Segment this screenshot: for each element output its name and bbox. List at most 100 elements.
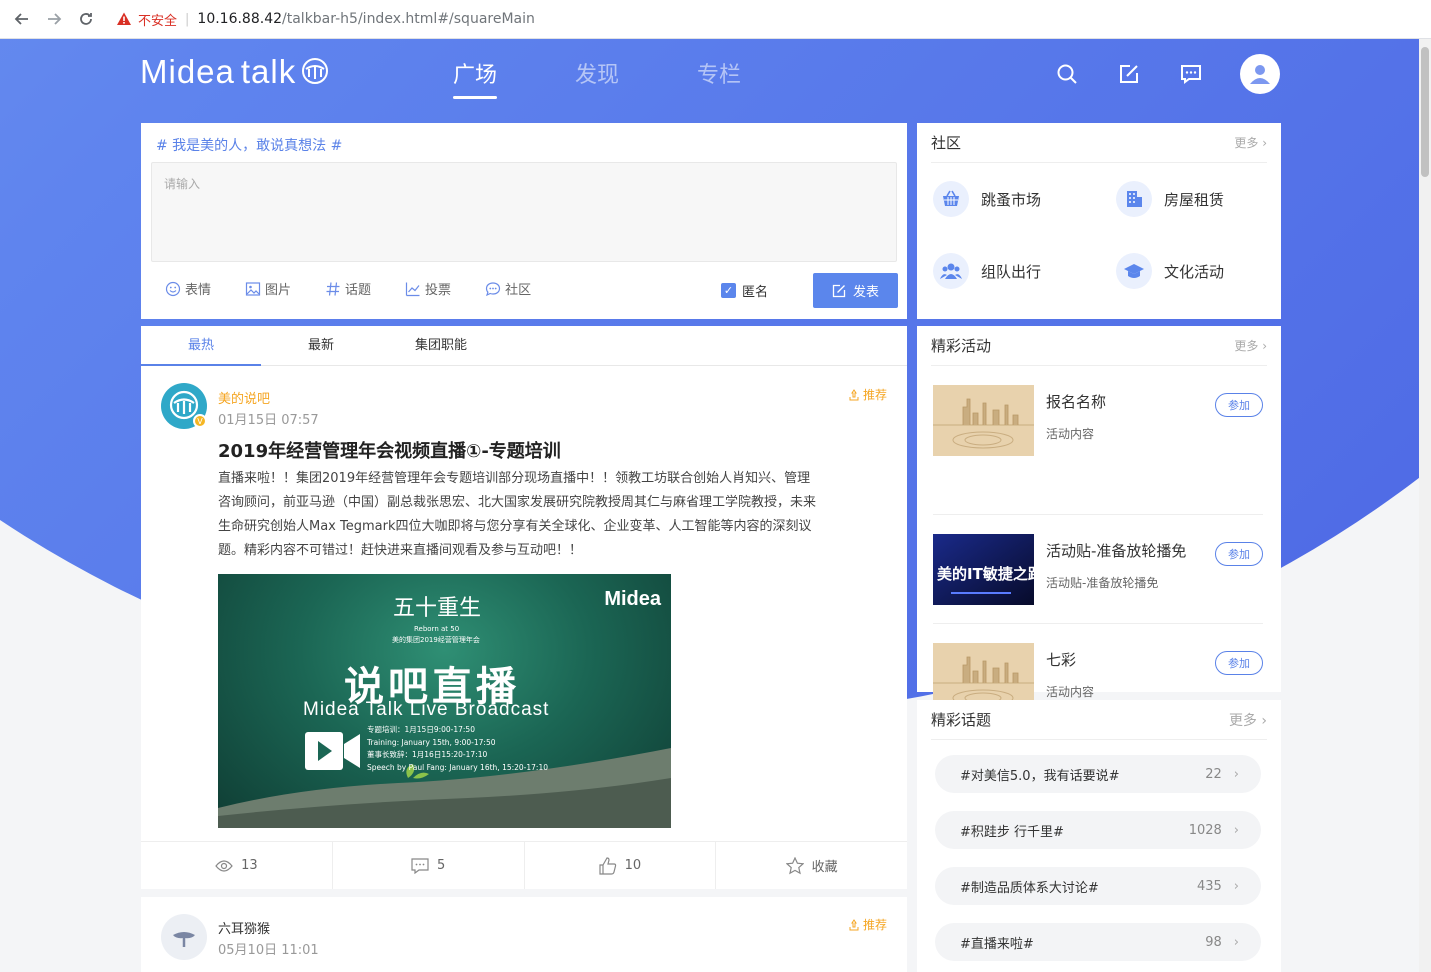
activities-more-link[interactable]: 更多 ›: [1234, 337, 1267, 354]
topic-tool-label: 话题: [345, 283, 372, 298]
publish-button[interactable]: 发表: [813, 273, 898, 308]
schedule-line: 董事长致辞：1月16日15:20-17:10: [367, 750, 488, 759]
join-button[interactable]: 参加: [1215, 651, 1263, 675]
like-button[interactable]: 10: [525, 842, 717, 889]
reload-button[interactable]: [70, 3, 102, 35]
topic-item[interactable]: #对美信5.0，我有话要说# 22 ›: [935, 755, 1261, 793]
thumbs-up-icon: [598, 856, 616, 875]
activity-item[interactable]: 报名名称 活动内容 参加: [933, 385, 1263, 485]
topic-count-value: 435: [1196, 878, 1222, 894]
activity-title: 报名名称: [1046, 393, 1107, 411]
logo[interactable]: Midea talk: [140, 53, 330, 91]
image-title-cn: 五十重生: [393, 596, 482, 621]
community-tool-label: 社区: [505, 283, 532, 298]
topic-item[interactable]: #制造品质体系大讨论# 435 ›: [935, 867, 1261, 905]
chevron-right-icon: ›: [1233, 934, 1239, 950]
recommend-badge: 推荐: [848, 916, 887, 933]
scrollbar[interactable]: [1419, 39, 1431, 972]
vote-tool[interactable]: 投票: [405, 279, 451, 298]
arrow-right-icon: [48, 13, 62, 25]
topic-count: 1028 ›: [1189, 823, 1239, 838]
topic-item[interactable]: #直播来啦# 98 ›: [935, 923, 1261, 961]
write-button[interactable]: [1116, 61, 1142, 87]
recommend-icon: [849, 918, 859, 930]
back-button[interactable]: [6, 3, 38, 35]
topic-label: #直播来啦#: [960, 936, 1034, 952]
post-author-name[interactable]: 美的说吧: [218, 388, 270, 407]
topic-tool[interactable]: 话题: [325, 279, 371, 298]
anonymous-checkbox[interactable]: ✓: [721, 283, 736, 298]
activities-header: 精彩活动 更多 ›: [931, 326, 1267, 366]
topic-item[interactable]: #积跬步 行千里# 1028 ›: [935, 811, 1261, 849]
url-path: /talkbar-h5/index.html#/squareMain: [282, 11, 535, 27]
more-label: 更多: [1234, 339, 1259, 353]
building-icon: [1116, 181, 1152, 217]
post-input[interactable]: 请输入: [151, 162, 897, 262]
activity-desc: 活动内容: [1046, 427, 1095, 441]
schedule-line: Training: January 15th, 9:00-17:50: [367, 737, 496, 747]
community-item-group-travel[interactable]: 组队出行: [933, 253, 1041, 289]
tab-discover[interactable]: 发现: [575, 57, 619, 99]
publish-label: 发表: [852, 285, 879, 300]
composer-hashtag[interactable]: # 我是美的人，敢说真想法 #: [156, 135, 342, 155]
join-button[interactable]: 参加: [1215, 393, 1263, 417]
activities-card: 精彩活动 更多 › 报名名称 活动内容 参加 美的IT敏捷之路 活动贴-准备放轮…: [917, 326, 1281, 714]
community-item-label: 房屋租赁: [1164, 190, 1225, 209]
chevron-right-icon: ›: [1233, 878, 1239, 894]
image-tool[interactable]: 图片: [245, 279, 291, 298]
feed-post: 六耳猕猴 05月10日 11:01 推荐: [141, 897, 907, 972]
comments-value: 5: [436, 858, 446, 873]
forward-button[interactable]: [38, 3, 70, 35]
anonymous-toggle[interactable]: ✓ 匿名: [721, 281, 768, 300]
topic-label: #制造品质体系大讨论#: [960, 880, 1099, 896]
tab-hottest[interactable]: 最热: [141, 326, 261, 366]
image-tool-label: 图片: [265, 283, 292, 298]
tab-group-functions[interactable]: 集团职能: [381, 326, 501, 365]
warning-icon: [117, 12, 131, 25]
chevron-right-icon: ›: [1233, 822, 1239, 838]
join-button[interactable]: 参加: [1215, 542, 1263, 566]
post-image[interactable]: 五十重生 Reborn at 50 美的集团2019经营管理年会 Midea 说…: [218, 574, 671, 828]
community-item-label: 文化活动: [1164, 262, 1225, 281]
search-button[interactable]: [1054, 61, 1080, 87]
message-icon: [1181, 65, 1201, 84]
user-avatar[interactable]: [1240, 54, 1280, 94]
community-more-link[interactable]: 更多 ›: [1234, 134, 1267, 151]
favorite-button[interactable]: 收藏: [716, 842, 907, 889]
chevron-right-icon: ›: [1233, 766, 1239, 782]
topics-more-link[interactable]: 更多 ›: [1229, 710, 1267, 730]
divider: [933, 514, 1263, 515]
recommend-label: 推荐: [862, 918, 887, 932]
activity-thumbnail: [933, 385, 1034, 456]
messages-button[interactable]: [1178, 61, 1204, 87]
feed-card: 最热 最新 集团职能 V 美的说吧 01月15日 07:57 推荐 2019年经…: [141, 326, 907, 889]
activity-item[interactable]: 美的IT敏捷之路 活动贴-准备放轮播免 活动贴-准备放轮播免 参加: [933, 534, 1263, 634]
likes-value: 10: [624, 858, 642, 873]
comment-icon: [411, 857, 429, 874]
community-item-house-rental[interactable]: 房屋租赁: [1116, 181, 1224, 217]
tab-column[interactable]: 专栏: [697, 57, 741, 99]
basket-icon: [933, 181, 969, 217]
community-item-label: 组队出行: [981, 262, 1042, 281]
emoji-tool[interactable]: 表情: [165, 279, 211, 298]
community-item-cultural-activities[interactable]: 文化活动: [1116, 253, 1224, 289]
tab-latest[interactable]: 最新: [261, 326, 381, 365]
post-title[interactable]: 2019年经营管理年会视频直播①-专题培训: [218, 437, 561, 463]
community-tool[interactable]: 社区: [485, 279, 531, 298]
address-bar[interactable]: 不安全 | 10.16.88.42/talkbar-h5/index.html#…: [116, 4, 535, 34]
logo-main: Midea: [140, 53, 235, 90]
more-label: 更多: [1234, 136, 1259, 150]
topic-count-value: 1028: [1188, 822, 1222, 838]
scrollbar-thumb[interactable]: [1421, 47, 1429, 177]
post-author-name[interactable]: 六耳猕猴: [218, 918, 270, 937]
community-item-flea-market[interactable]: 跳蚤市场: [933, 181, 1041, 217]
activity-title: 活动贴-准备放轮播免: [1046, 542, 1187, 560]
comment-button[interactable]: 5: [333, 842, 525, 889]
views-value: 13: [241, 858, 258, 873]
tab-square[interactable]: 广场: [453, 57, 498, 99]
insecure-label: 不安全: [138, 13, 178, 29]
activity-desc: 活动贴-准备放轮播免: [1046, 576, 1159, 590]
url-text[interactable]: 10.16.88.42/talkbar-h5/index.html#/squar…: [197, 11, 534, 27]
post-author-avatar[interactable]: [161, 914, 207, 960]
video-camera-icon: [305, 732, 360, 770]
